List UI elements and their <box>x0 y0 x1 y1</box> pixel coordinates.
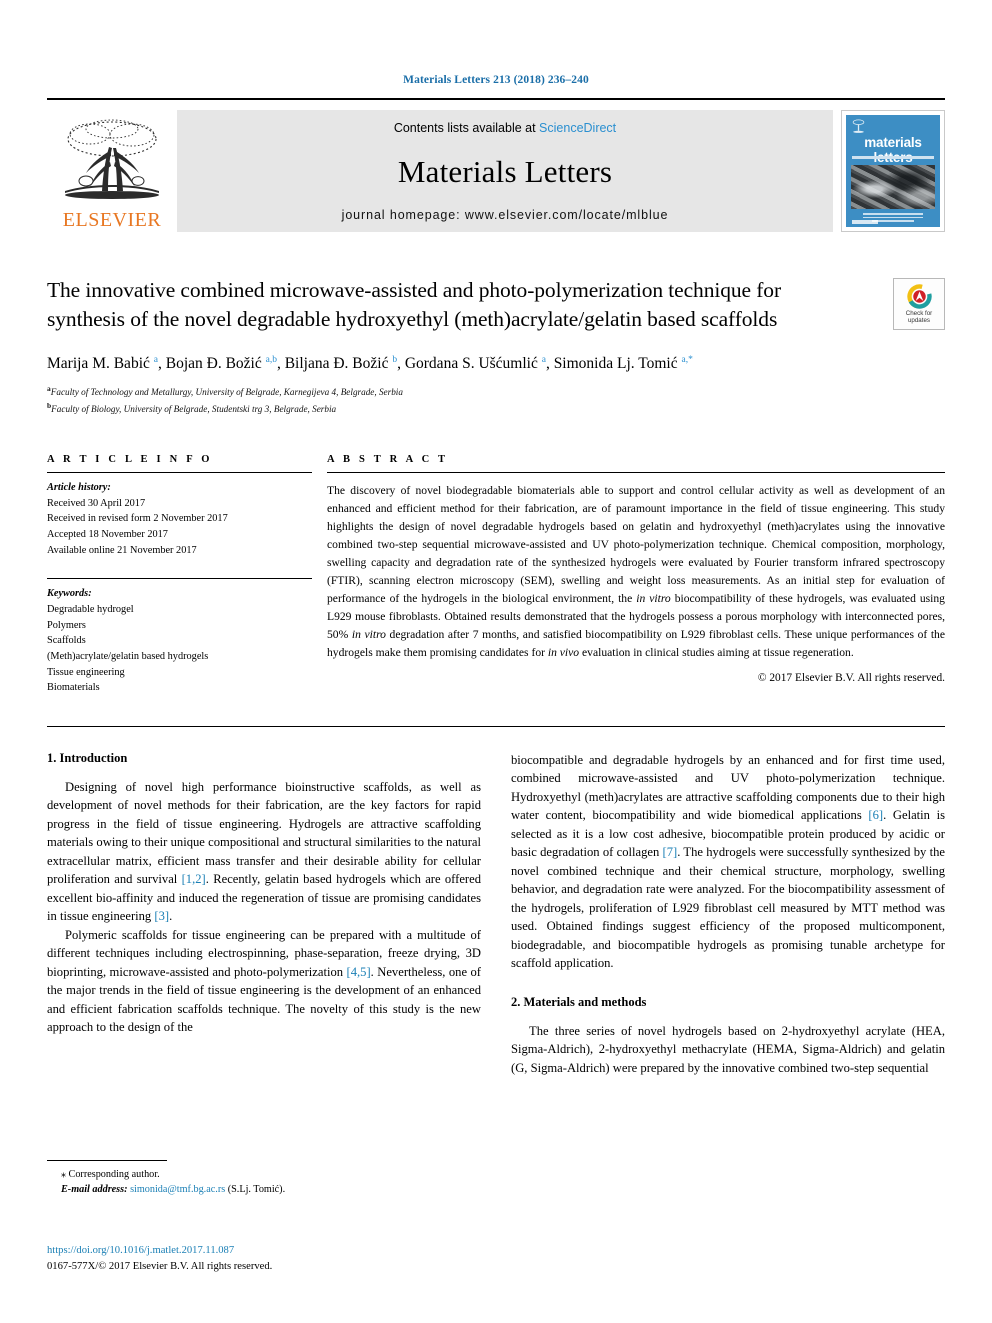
intro-paragraph-2: Polymeric scaffolds for tissue engineeri… <box>47 927 481 1035</box>
info-abstract-row: A R T I C L E I N F O Article history: R… <box>47 454 945 696</box>
title-block: The innovative combined microwave-assist… <box>47 276 945 333</box>
email-note: E-mail address: simonida@tmf.bg.ac.rs (S… <box>47 1182 481 1197</box>
article-info-column: A R T I C L E I N F O Article history: R… <box>47 454 312 696</box>
journal-banner: Contents lists available at ScienceDirec… <box>177 110 833 232</box>
affiliation-b-text: Faculty of Biology, University of Belgra… <box>51 403 337 414</box>
crossmark-badge[interactable]: Check for updates <box>893 278 945 330</box>
author-list: Marija M. Babić a, Bojan Đ. Božić a,b, B… <box>47 355 693 373</box>
page-title: The innovative combined microwave-assist… <box>47 278 782 331</box>
intro-paragraph-1: Designing of novel high performance bioi… <box>47 779 481 924</box>
elsevier-tree-icon <box>65 119 159 199</box>
keywords-rule <box>47 578 312 580</box>
keyword-item: Tissue engineering <box>47 666 125 678</box>
methods-paragraph-1: The three series of novel hydrogels base… <box>511 1023 945 1075</box>
journal-cover-thumbnail: materials letters <box>841 110 945 232</box>
journal-title: Materials Letters <box>397 153 613 189</box>
issn-copyright-line: 0167-577X/© 2017 Elsevier B.V. All right… <box>47 1260 273 1272</box>
body-columns: 1. Introduction Designing of novel high … <box>47 751 945 1078</box>
history-item: Received in revised form 2 November 2017 <box>47 513 228 525</box>
history-item: Available online 21 November 2017 <box>47 544 197 556</box>
crossmark-icon <box>906 284 932 309</box>
article-info-rule <box>47 472 312 474</box>
keyword-item: Scaffolds <box>47 635 86 647</box>
abstract-rule <box>327 472 945 474</box>
article-info-heading: A R T I C L E I N F O <box>47 454 213 466</box>
history-item: Received 30 April 2017 <box>47 497 146 509</box>
email-link[interactable]: simonida@tmf.bg.ac.rs <box>130 1184 225 1195</box>
keywords-list: Keywords: Degradable hydrogel Polymers S… <box>47 586 312 695</box>
abstract-copyright: © 2017 Elsevier B.V. All rights reserved… <box>757 671 945 684</box>
running-head: Materials Letters 213 (2018) 236–240 <box>403 74 589 86</box>
keyword-item: Polymers <box>47 619 86 631</box>
history-item: Accepted 18 November 2017 <box>47 529 168 541</box>
article-history: Article history: Received 30 April 2017 … <box>47 480 312 558</box>
corresponding-author-label: Corresponding author. <box>68 1169 160 1180</box>
keyword-item: (Meth)acrylate/gelatin based hydrogels <box>47 650 209 662</box>
section-heading-materials-and-methods: 2. Materials and methods <box>511 994 647 1009</box>
body-column-right: biocompatible and degradable hydrogels b… <box>511 751 945 1078</box>
affiliation-a: aFaculty of Technology and Metallurgy, U… <box>47 383 945 399</box>
contents-prefix: Contents lists available at <box>393 121 540 135</box>
doi-block: https://doi.org/10.1016/j.matlet.2017.11… <box>47 1243 507 1275</box>
abstract-text: The discovery of novel biodegradable bio… <box>327 484 945 659</box>
history-list: Received 30 April 2017 Received in revis… <box>47 496 312 559</box>
affiliation-b: bFaculty of Biology, University of Belgr… <box>47 400 945 416</box>
email-label: E-mail address: <box>61 1184 128 1196</box>
footnotes-block: ⁎ Corresponding author. E-mail address: … <box>47 1160 481 1198</box>
cover-journal-name: materials letters <box>864 135 922 165</box>
cover-sem-image <box>851 165 935 209</box>
keywords-block: Keywords: Degradable hydrogel Polymers S… <box>47 578 312 695</box>
elsevier-wordmark: ELSEVIER <box>62 209 162 231</box>
doi-link[interactable]: https://doi.org/10.1016/j.matlet.2017.11… <box>47 1243 507 1259</box>
paper-page: Materials Letters 213 (2018) 236–240 ELS… <box>0 0 992 1323</box>
affiliations: aFaculty of Technology and Metallurgy, U… <box>47 383 945 416</box>
section-heading-introduction: 1. Introduction <box>47 750 128 765</box>
abstract-column: A B S T R A C T The discovery of novel b… <box>312 454 945 696</box>
abstract-heading: A B S T R A C T <box>327 454 449 466</box>
contents-line: Contents lists available at ScienceDirec… <box>394 121 616 135</box>
journal-masthead: ELSEVIER Contents lists available at Sci… <box>47 98 945 232</box>
corresponding-author-marker: ⁎ <box>61 1169 66 1180</box>
crossmark-line1: Check for <box>905 309 933 317</box>
article-history-label: Article history: <box>47 482 111 494</box>
footnote-rule <box>47 1160 167 1161</box>
email-owner: (S.Lj. Tomić). <box>227 1184 286 1196</box>
elsevier-logo: ELSEVIER <box>47 110 177 232</box>
body-column-left: 1. Introduction Designing of novel high … <box>47 751 481 1078</box>
sciencedirect-link[interactable]: ScienceDirect <box>539 121 616 135</box>
affiliation-a-text: Faculty of Technology and Metallurgy, Un… <box>50 387 403 398</box>
cover-elsevier-icon <box>852 119 865 133</box>
keyword-item: Degradable hydrogel <box>47 603 134 615</box>
keywords-label: Keywords: <box>47 588 92 600</box>
section-divider <box>47 725 945 727</box>
corresponding-author-note: ⁎ Corresponding author. <box>47 1167 481 1182</box>
intro-paragraph-3: biocompatible and degradable hydrogels b… <box>511 752 945 971</box>
crossmark-line2: updates <box>907 317 930 324</box>
journal-homepage-link[interactable]: journal homepage: www.elsevier.com/locat… <box>342 208 669 222</box>
keyword-item: Biomaterials <box>47 682 100 694</box>
